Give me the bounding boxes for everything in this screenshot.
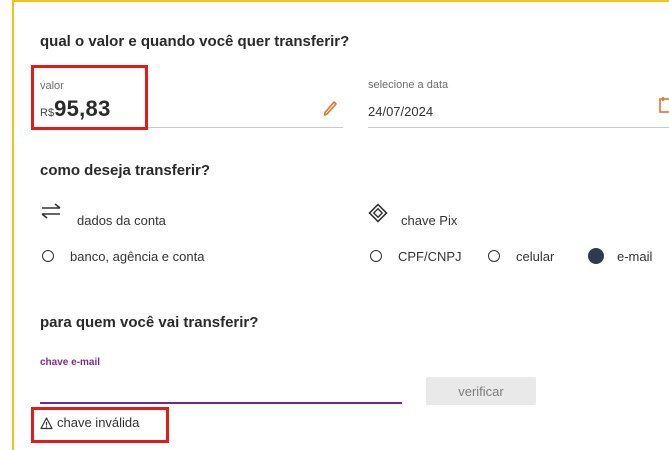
method-section-title: como deseja transferir?	[40, 162, 211, 179]
email-option-label[interactable]: e-mail	[617, 249, 652, 264]
radio-bank-account-circle	[42, 250, 54, 262]
radio-phone[interactable]	[488, 250, 500, 262]
date-value[interactable]: 24/07/2024	[368, 104, 433, 119]
phone-option-label[interactable]: celular	[516, 249, 554, 264]
recipient-section-title: para quem você vai transferir?	[40, 314, 259, 331]
bank-account-option-label[interactable]: banco, agência e conta	[70, 249, 204, 264]
email-key-input[interactable]	[40, 372, 402, 402]
email-key-label: chave e-mail	[40, 357, 101, 368]
card-left-border	[12, 0, 14, 450]
error-highlight-box	[31, 407, 169, 443]
email-key-input-underline	[40, 402, 402, 404]
pix-icon	[368, 203, 388, 228]
pix-key-label: chave Pix	[401, 213, 458, 228]
amount-highlight-box	[31, 65, 148, 130]
radio-phone-circle	[488, 250, 500, 262]
date-field-label: selecione a data	[368, 79, 449, 91]
amount-section-title: qual o valor e quando você quer transfer…	[40, 33, 350, 50]
radio-cpf-cnpj[interactable]	[370, 250, 382, 262]
radio-bank-account[interactable]	[42, 250, 54, 262]
calendar-icon[interactable]	[659, 96, 669, 119]
radio-email[interactable]	[588, 248, 604, 264]
radio-cpf-cnpj-circle	[370, 250, 382, 262]
edit-pencil-icon[interactable]	[322, 100, 338, 123]
radio-email-circle-selected	[588, 248, 604, 264]
account-data-label: dados da conta	[77, 213, 166, 228]
cpf-cnpj-option-label[interactable]: CPF/CNPJ	[398, 249, 462, 264]
card-top-border	[12, 0, 669, 2]
verify-button[interactable]: verificar	[426, 377, 536, 405]
date-underline	[368, 127, 669, 128]
swap-arrows-icon	[40, 203, 62, 224]
